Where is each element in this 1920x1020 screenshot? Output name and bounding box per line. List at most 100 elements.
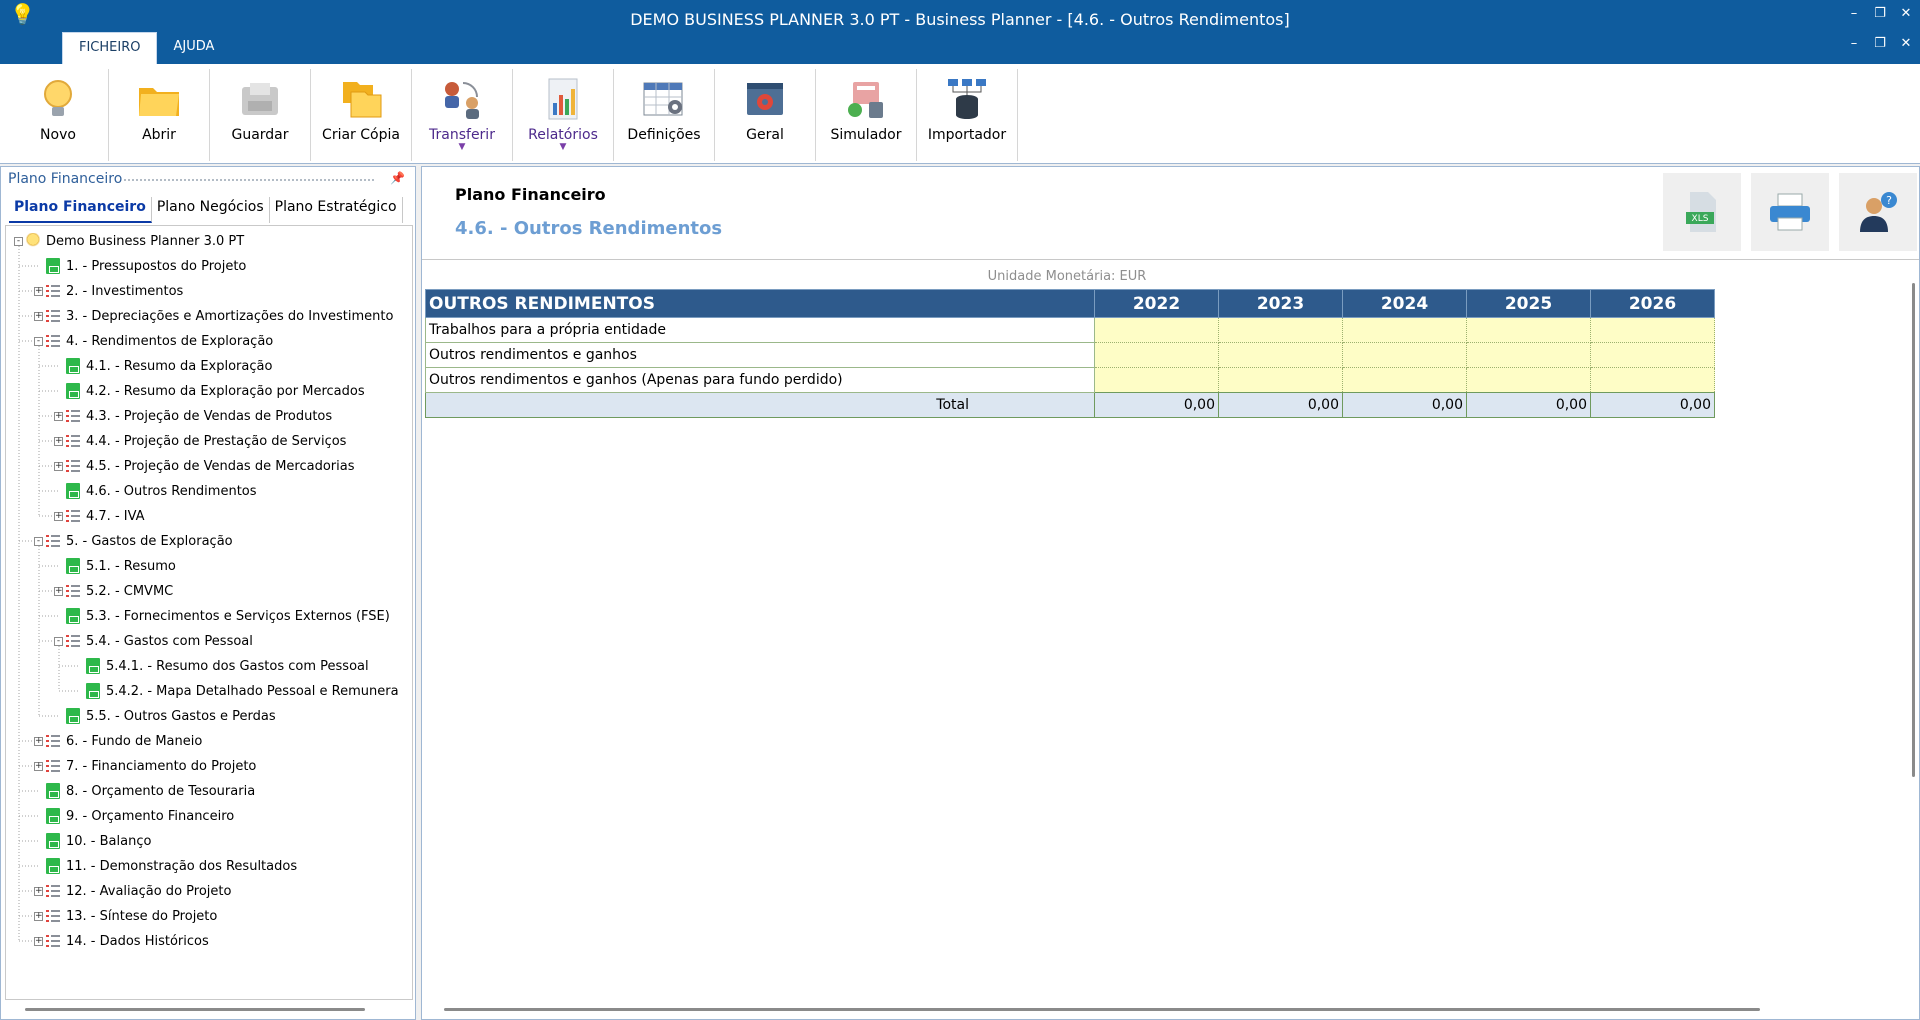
tab-plano-negocios[interactable]: Plano Negócios [152,197,270,223]
tree-item[interactable]: 4.6. - Outros Rendimentos [54,480,257,502]
guardar-button[interactable]: Guardar [210,69,311,161]
navigation-tree: - Demo Business Planner 3.0 PT 1. - Pressu… [5,225,413,1000]
tree-item[interactable]: +7. - Financiamento do Projeto [34,755,256,777]
input-cell[interactable] [1094,367,1219,393]
expand-icon[interactable]: + [34,936,43,946]
criar-copia-label: Criar Cópia [322,127,400,143]
export-xls-button[interactable]: XLS [1663,173,1741,251]
expand-icon[interactable]: + [34,761,43,771]
doc-close-button[interactable]: ✕ [1898,36,1914,51]
simulador-button[interactable]: Simulador [816,69,917,161]
tree-item[interactable]: - 4. - Rendimentos de Exploração [34,330,273,352]
tree-item[interactable]: 1. - Pressupostos do Projeto [34,255,246,277]
tree-item[interactable]: - Demo Business Planner 3.0 PT [14,230,244,252]
content-header: Plano Financeiro 4.6. - Outros Rendiment… [422,167,1919,260]
tree-item[interactable]: 8. - Orçamento de Tesouraria [34,780,255,802]
input-cell[interactable] [1094,342,1219,368]
input-cell[interactable] [1590,367,1715,393]
expand-icon[interactable]: + [54,586,63,596]
tree-item[interactable]: 11. - Demonstração dos Resultados [34,855,297,877]
abrir-button[interactable]: Abrir [109,69,210,161]
tab-plano-estrategico[interactable]: Plano Estratégico [270,197,403,223]
input-cell[interactable] [1466,317,1591,343]
pin-icon[interactable]: 📌 [390,171,405,185]
tree-item[interactable]: +4.3. - Projeção de Vendas de Produtos [54,405,332,427]
bulb-icon [32,73,84,125]
tree-item[interactable]: +13. - Síntese do Projeto [34,905,217,927]
copy-icon [335,73,387,125]
help-button[interactable]: ? [1839,173,1917,251]
input-cell[interactable] [1590,317,1715,343]
input-cell[interactable] [1466,342,1591,368]
tree-item[interactable]: 10. - Balanço [34,830,151,852]
tree-item[interactable]: +4.5. - Projeção de Vendas de Mercadoria… [54,455,355,477]
expand-icon[interactable]: + [54,511,63,521]
tab-ajuda[interactable]: AJUDA [157,32,230,64]
spreadsheet-doc-icon [66,383,80,399]
input-cell[interactable] [1218,317,1343,343]
year-header: 2022 [1094,289,1219,318]
input-cell[interactable] [1342,342,1467,368]
tree-item[interactable]: 5.1. - Resumo [54,555,176,577]
tree-item[interactable]: +4.7. - IVA [54,505,145,527]
expand-icon[interactable]: + [34,886,43,896]
expand-icon[interactable]: + [34,911,43,921]
doc-minimize-button[interactable]: – [1846,36,1862,51]
collapse-icon[interactable]: - [34,336,43,346]
tree-item[interactable]: +6. - Fundo de Maneio [34,730,202,752]
expand-icon[interactable]: + [54,461,63,471]
input-cell[interactable] [1342,367,1467,393]
relatorios-button[interactable]: Relatórios ▼ [513,69,614,161]
collapse-icon[interactable]: - [14,236,23,246]
expand-icon[interactable]: + [54,411,63,421]
tree-item[interactable]: +12. - Avaliação do Projeto [34,880,231,902]
criar-copia-button[interactable]: Criar Cópia [311,69,412,161]
novo-button[interactable]: Novo [8,69,109,161]
expand-icon[interactable]: + [54,436,63,446]
svg-text:?: ? [1886,194,1892,207]
close-button[interactable]: ✕ [1898,6,1914,21]
tab-ficheiro[interactable]: FICHEIRO [62,32,158,64]
tree-item[interactable]: 5.5. - Outros Gastos e Perdas [54,705,276,727]
transferir-button[interactable]: Transferir ▼ [412,69,513,161]
tree-item-label: 11. - Demonstração dos Resultados [66,858,298,874]
definicoes-button[interactable]: Definições [614,69,715,161]
expand-icon[interactable]: + [34,736,43,746]
doc-restore-button[interactable]: ❐ [1872,36,1888,51]
list-group-icon [46,308,60,324]
input-cell[interactable] [1466,367,1591,393]
tree-item[interactable]: +14. - Dados Históricos [34,930,209,952]
main-vertical-scrollbar[interactable] [1912,283,1915,777]
tree-item[interactable]: +2. - Investimentos [34,280,183,302]
restore-button[interactable]: ❐ [1872,6,1888,21]
tree-item[interactable]: 9. - Orçamento Financeiro [34,805,234,827]
collapse-icon[interactable]: - [34,536,43,546]
main-horizontal-scrollbar[interactable] [444,1008,1760,1011]
tree-item[interactable]: 5.4.2. - Mapa Detalhado Pessoal e Remune… [74,680,399,702]
tree-item[interactable]: 5.3. - Fornecimentos e Serviços Externos… [54,605,390,627]
tab-plano-financeiro[interactable]: Plano Financeiro [9,197,152,223]
tree-item[interactable]: +3. - Depreciações e Amortizações do Inv… [34,305,393,327]
geral-button[interactable]: Geral [715,69,816,161]
input-cell[interactable] [1342,317,1467,343]
tree-item[interactable]: 4.1. - Resumo da Exploração [54,355,272,377]
importador-button[interactable]: Importador [917,69,1018,161]
minimize-button[interactable]: – [1846,6,1862,21]
input-cell[interactable] [1590,342,1715,368]
tree-horizontal-scrollbar[interactable] [25,1008,365,1011]
expand-icon[interactable]: + [34,311,43,321]
input-cell[interactable] [1218,367,1343,393]
print-button[interactable] [1751,173,1829,251]
input-cell[interactable] [1218,342,1343,368]
tree-item-label: 14. - Dados Históricos [66,933,209,949]
tree-item[interactable]: +4.4. - Projeção de Prestação de Serviço… [54,430,346,452]
tree-item[interactable]: - 5. - Gastos de Exploração [34,530,233,552]
tree-item[interactable]: 4.2. - Resumo da Exploração por Mercados [54,380,365,402]
tree-item[interactable]: 5.4.1. - Resumo dos Gastos com Pessoal [74,655,369,677]
tree-item[interactable]: - 5.4. - Gastos com Pessoal [54,630,253,652]
tree-item[interactable]: +5.2. - CMVMC [54,580,173,602]
expand-icon[interactable]: + [34,286,43,296]
list-group-icon [46,758,60,774]
input-cell[interactable] [1094,317,1219,343]
collapse-icon[interactable]: - [54,636,63,646]
